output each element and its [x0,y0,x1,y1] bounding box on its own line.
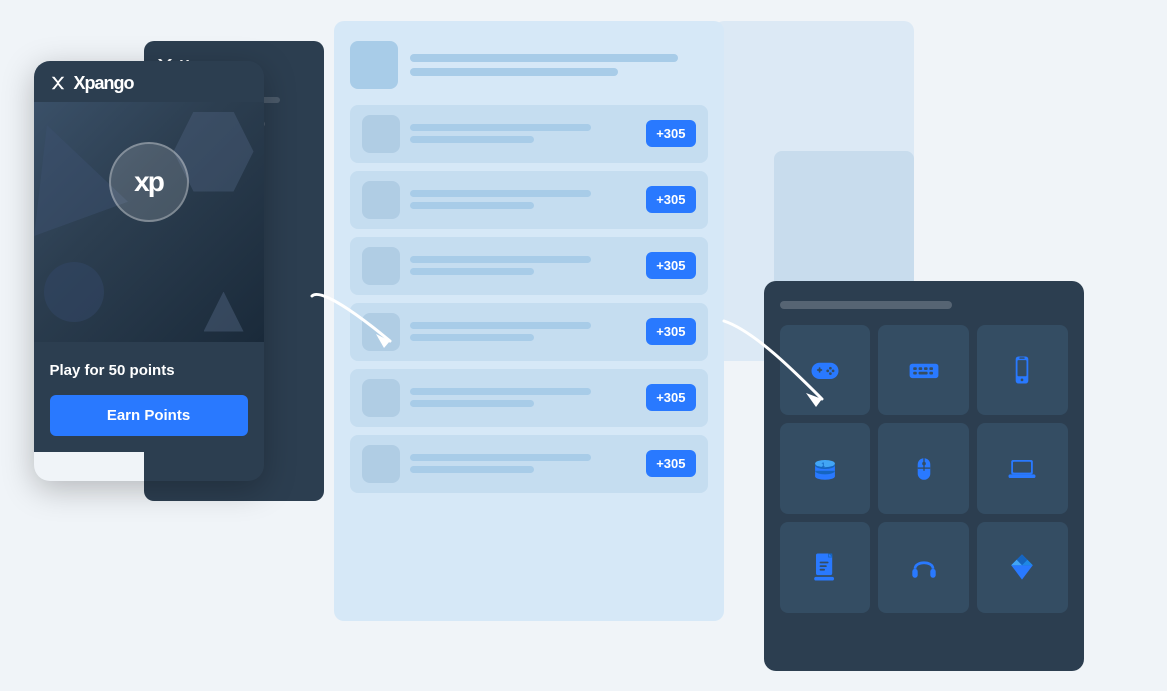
document-icon [807,549,843,585]
mouse-cell[interactable] [878,423,969,514]
earn-points-button[interactable]: Earn Points [50,395,248,436]
bg-shape-tri2 [204,292,244,332]
list-item[interactable]: +305 [350,105,708,163]
document-cell[interactable] [780,522,871,613]
keyboard-cell[interactable] [878,325,969,416]
row-icon [362,379,400,417]
header-x-icon [50,75,66,91]
diamond-cell[interactable] [977,522,1068,613]
scene: Xpango Xpango xp Play for 50 points [34,21,1134,671]
xp-circle: xp [109,142,189,222]
phone-icon [1004,352,1040,388]
diamond-icon [1004,549,1040,585]
play-text: Play for 50 points [50,362,248,379]
phone-card-content: Play for 50 points Earn Points [34,342,264,452]
list-header [350,41,708,89]
phone-card-header: Xpango [34,61,264,102]
svg-text:1: 1 [821,462,825,469]
list-item[interactable]: +305 [350,435,708,493]
list-header-line-1 [410,54,678,62]
row-icon [362,181,400,219]
row-badge: +305 [646,120,695,147]
list-header-lines [410,54,708,76]
phone-cell[interactable] [977,325,1068,416]
coins-icon: 1 [807,451,843,487]
row-lines [410,256,637,275]
row-badge: +305 [646,450,695,477]
list-card: +305 +305 +305 +305 [334,21,724,621]
row-badge: +305 [646,384,695,411]
list-header-icon [350,41,398,89]
row-lines [410,322,637,341]
list-item[interactable]: +305 [350,237,708,295]
bg-shape-circle [44,262,104,322]
list-item[interactable]: +305 [350,303,708,361]
row-lines [410,124,637,143]
list-item[interactable]: +305 [350,171,708,229]
mouse-icon [906,451,942,487]
grid-card: 1 [764,281,1084,671]
header-logo-text: Xpango [74,73,134,94]
laptop-icon [1004,451,1040,487]
gamepad-icon [807,352,843,388]
grid-header-line [780,301,953,309]
icon-grid: 1 [780,325,1068,613]
coins-cell[interactable]: 1 [780,423,871,514]
row-icon [362,313,400,351]
row-badge: +305 [646,186,695,213]
row-icon [362,445,400,483]
row-badge: +305 [646,252,695,279]
headphones-icon [906,549,942,585]
headphones-cell[interactable] [878,522,969,613]
phone-card: Xpango xp Play for 50 points Earn Points [34,61,264,481]
keyboard-icon [906,352,942,388]
gamepad-cell[interactable] [780,325,871,416]
laptop-cell[interactable] [977,423,1068,514]
row-badge: +305 [646,318,695,345]
row-icon [362,115,400,153]
row-lines [410,388,637,407]
row-lines [410,190,637,209]
phone-card-bg: xp [34,102,264,342]
xp-symbol: xp [134,166,163,198]
list-header-line-2 [410,68,619,76]
row-lines [410,454,637,473]
list-item[interactable]: +305 [350,369,708,427]
row-icon [362,247,400,285]
